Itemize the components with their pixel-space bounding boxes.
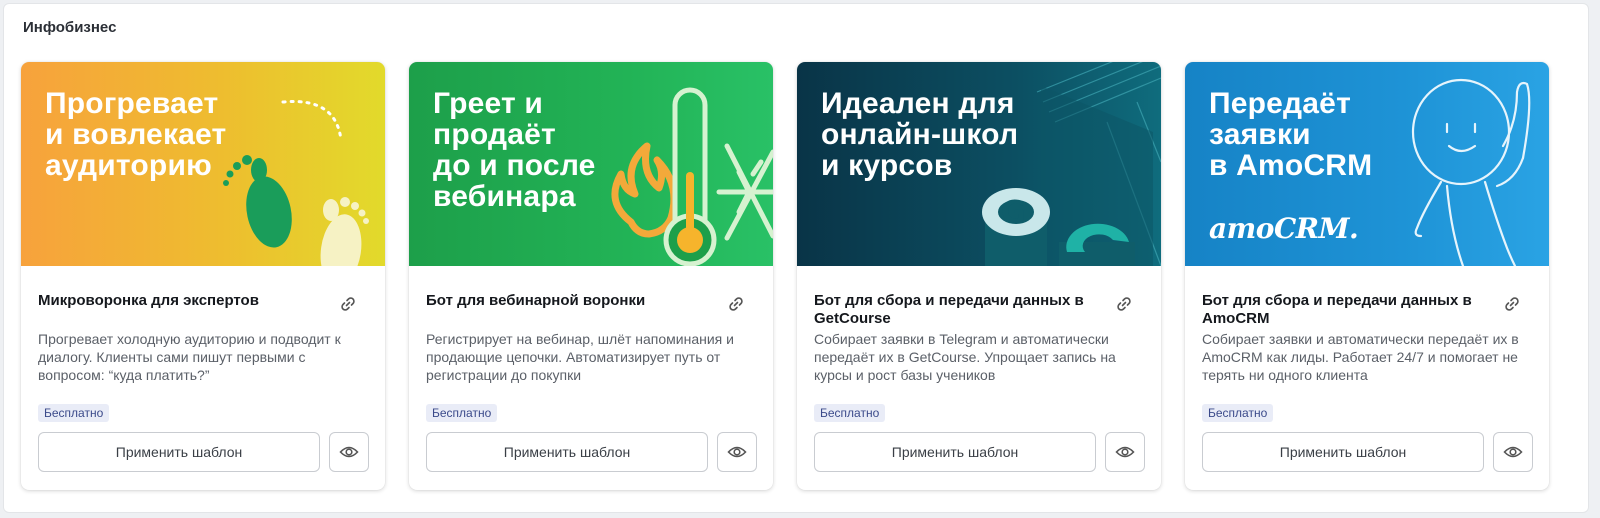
eye-icon (339, 446, 359, 458)
preview-button[interactable] (1493, 432, 1533, 472)
price-badge: Бесплатно (1202, 404, 1274, 422)
card-title: Бот для сбора и передачи данных в AmoCRM (1202, 292, 1472, 327)
svg-text:G: G (1001, 195, 1026, 230)
card-description: Собирает заявки в Telegram и автоматичес… (814, 331, 1116, 383)
banner-headline: Греет и продаёт до и после вебинара (433, 87, 596, 213)
template-card: Греет и продаёт до и после вебинара Бот … (409, 62, 773, 490)
amocrm-logo: amoCRM. (1209, 212, 1359, 245)
apply-template-button[interactable]: Применить шаблон (426, 432, 708, 472)
preview-button[interactable] (1105, 432, 1145, 472)
banner-headline: Идеален для онлайн-школ и курсов (821, 87, 1019, 182)
card-banner: Греет и продаёт до и после вебинара (409, 62, 773, 266)
banner-headline: Прогревает и вовлекает аудиторию (45, 87, 227, 182)
card-banner: Передаёт заявки в AmoCRM amoCRM. (1185, 62, 1549, 266)
apply-template-button[interactable]: Применить шаблон (1202, 432, 1484, 472)
section-title: Инфобизнес (23, 19, 117, 36)
link-icon[interactable] (1502, 294, 1522, 314)
eye-icon (1115, 446, 1135, 458)
link-icon[interactable] (338, 294, 358, 314)
price-badge: Бесплатно (426, 404, 498, 422)
eye-icon (727, 446, 747, 458)
apply-template-button[interactable]: Применить шаблон (38, 432, 320, 472)
template-card: Передаёт заявки в AmoCRM amoCRM. Бот для… (1185, 62, 1549, 490)
card-title: Микроворонка для экспертов (38, 292, 259, 309)
card-banner: G Идеален для онлайн-школ и курсов (797, 62, 1161, 266)
template-card: G Идеален для онлайн-школ и курсов Бот д… (797, 62, 1161, 490)
card-description: Прогревает холодную аудиторию и подводит… (38, 331, 341, 383)
template-card: Прогревает и вовлекает аудиторию Микрово… (21, 62, 385, 490)
link-icon[interactable] (726, 294, 746, 314)
card-banner: Прогревает и вовлекает аудиторию (21, 62, 385, 266)
price-badge: Бесплатно (814, 404, 886, 422)
card-description: Регистрирует на вебинар, шлёт напоминани… (426, 331, 734, 383)
apply-template-button[interactable]: Применить шаблон (814, 432, 1096, 472)
price-badge: Бесплатно (38, 404, 110, 422)
card-description: Собирает заявки и автоматически передаёт… (1202, 331, 1519, 383)
preview-button[interactable] (717, 432, 757, 472)
card-title: Бот для сбора и передачи данных в GetCou… (814, 292, 1084, 327)
templates-panel: Инфобизнес Прогревает и вовлекает аудито… (3, 3, 1589, 513)
preview-button[interactable] (329, 432, 369, 472)
eye-icon (1503, 446, 1523, 458)
card-title: Бот для вебинарной воронки (426, 292, 646, 309)
banner-headline: Передаёт заявки в AmoCRM (1209, 87, 1373, 182)
link-icon[interactable] (1114, 294, 1134, 314)
